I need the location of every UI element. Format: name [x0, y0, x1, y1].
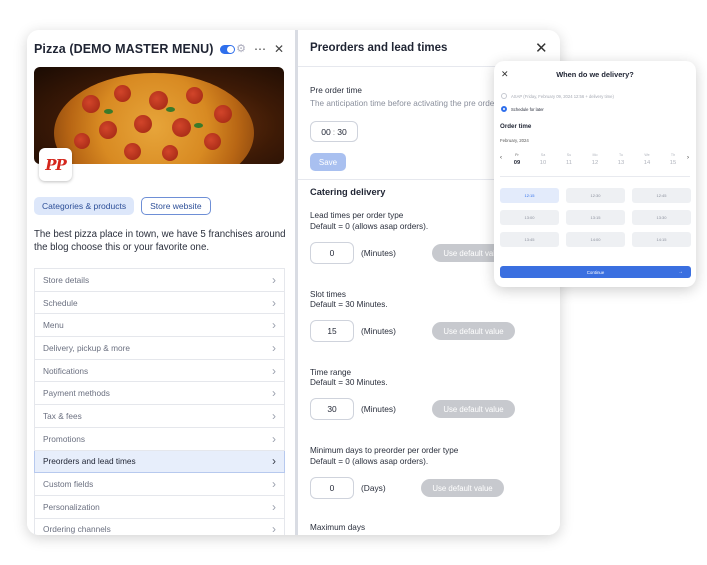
time-slot[interactable]: 14:00 [566, 232, 625, 247]
time-slot[interactable]: 13:30 [632, 210, 691, 225]
slot-times-unit: (Minutes) [361, 326, 396, 336]
menu-item-notifications[interactable]: Notifications › [34, 359, 285, 383]
categories-products-button[interactable]: Categories & products [34, 197, 135, 215]
lead-times-default: Default = 0 (allows asap orders). [310, 222, 429, 231]
time-slot[interactable]: 14:15 [632, 232, 691, 247]
store-settings-window: Pizza (DEMO MASTER MENU) ⚙ ⋯ ✕ PP Catego… [27, 30, 560, 535]
time-range-input[interactable]: 30 [310, 398, 354, 420]
store-title: Pizza (DEMO MASTER MENU) [34, 42, 214, 56]
store-active-toggle[interactable] [219, 44, 235, 54]
store-website-button[interactable]: Store website [141, 197, 211, 215]
menu-item-promotions[interactable]: Promotions › [34, 427, 285, 451]
radio-checked-icon [501, 106, 507, 112]
day-option[interactable]: We 14 [637, 153, 657, 166]
menu-item-menu[interactable]: Menu › [34, 314, 285, 338]
menu-item-preorders-lead-times[interactable]: Preorders and lead times › [34, 450, 285, 474]
chevron-right-icon[interactable]: › [687, 155, 689, 161]
chevron-left-icon[interactable]: ‹ [500, 155, 502, 161]
time-range-unit: (Minutes) [361, 404, 396, 414]
time-slot[interactable]: 13:45 [500, 232, 559, 247]
time-slot[interactable]: 13:15 [566, 210, 625, 225]
radio-unchecked-icon [501, 93, 507, 99]
max-days-label: Maximum days [310, 523, 366, 532]
store-banner-image [34, 67, 284, 164]
menu-item-store-details[interactable]: Store details › [34, 269, 285, 292]
close-icon[interactable]: ✕ [274, 43, 284, 55]
min-days-input[interactable]: 0 [310, 477, 354, 499]
day-option[interactable]: Th 15 [663, 153, 683, 166]
day-option[interactable]: Mo 12 [585, 153, 605, 166]
order-time-label: Order time [500, 123, 532, 130]
min-days-default: Default = 0 (allows asap orders). [310, 457, 429, 466]
pre-order-hint: The anticipation time before activating … [310, 99, 504, 108]
chevron-right-icon: › [272, 408, 276, 423]
close-icon[interactable]: ✕ [535, 39, 548, 57]
time-range-default-button[interactable]: Use default value [432, 400, 515, 418]
lead-times-label: Lead times per order type [310, 211, 404, 220]
chevron-right-icon: › [272, 272, 276, 287]
lead-times-unit: (Minutes) [361, 248, 396, 258]
time-slot-grid: 12:15 12:30 12:45 13:00 13:15 13:30 13:4… [500, 188, 691, 247]
pre-order-time-input[interactable]: 00 : 30 [310, 121, 358, 142]
menu-item-custom-fields[interactable]: Custom fields › [34, 473, 285, 496]
store-panel: Pizza (DEMO MASTER MENU) ⚙ ⋯ ✕ PP Catego… [27, 30, 295, 535]
menu-item-schedule[interactable]: Schedule › [34, 291, 285, 315]
time-slot[interactable]: 12:15 [500, 188, 559, 203]
chevron-right-icon: › [272, 522, 276, 535]
menu-item-tax-fees[interactable]: Tax & fees › [34, 405, 285, 428]
min-days-default-button[interactable]: Use default value [421, 479, 504, 497]
menu-item-payment-methods[interactable]: Payment methods › [34, 382, 285, 406]
slot-times-default-button[interactable]: Use default value [432, 322, 515, 340]
lead-times-input[interactable]: 0 [310, 242, 354, 264]
min-days-label: Minimum days to preorder per order type [310, 446, 459, 455]
more-icon[interactable]: ⋯ [254, 43, 266, 55]
continue-button[interactable]: Continue → [500, 266, 691, 278]
time-slot[interactable]: 12:45 [632, 188, 691, 203]
settings-icon[interactable]: ⚙ [236, 43, 246, 55]
settings-menu: Store details › Schedule › Menu › Delivery,… [34, 268, 285, 535]
popup-divider [500, 176, 690, 177]
menu-item-personalization[interactable]: Personalization › [34, 495, 285, 519]
panel-title: Preorders and lead times [310, 42, 448, 54]
store-logo: PP [39, 148, 72, 181]
day-option[interactable]: Su 11 [559, 153, 579, 166]
asap-option[interactable]: ASAP (Friday, February 09, 2024 12:56 + … [501, 93, 614, 99]
schedule-later-option[interactable]: Schedule for later [501, 106, 544, 112]
slot-times-input[interactable]: 15 [310, 320, 354, 342]
arrow-right-icon: → [678, 269, 683, 275]
day-picker: Fr 09 Sa 10 Su 11 Mo 12 Tu 13 We 14 Th 15 [507, 153, 683, 166]
chevron-right-icon: › [272, 477, 276, 492]
store-header: Pizza (DEMO MASTER MENU) ⚙ ⋯ ✕ [34, 39, 284, 59]
chevron-right-icon: › [272, 386, 276, 401]
pre-order-label: Pre order time [310, 86, 362, 95]
delivery-time-popup: ✕ When do we delivery? ASAP (Friday, Feb… [494, 61, 696, 287]
chevron-right-icon: › [272, 363, 276, 378]
store-description: The best pizza place in town, we have 5 … [34, 229, 286, 253]
min-days-unit: (Days) [361, 483, 386, 493]
chevron-right-icon: › [272, 431, 276, 446]
chevron-right-icon: › [272, 454, 276, 469]
chevron-right-icon: › [272, 295, 276, 310]
hours-value[interactable]: 00 [321, 127, 331, 137]
month-label: February, 2024 [500, 138, 529, 143]
catering-delivery-title: Catering delivery [310, 187, 386, 197]
day-option[interactable]: Tu 13 [611, 153, 631, 166]
chevron-right-icon: › [272, 318, 276, 333]
time-slot[interactable]: 12:30 [566, 188, 625, 203]
chevron-right-icon: › [272, 340, 276, 355]
day-option[interactable]: Fr 09 [507, 153, 527, 166]
save-button[interactable]: Save [310, 153, 346, 171]
time-slot[interactable]: 13:00 [500, 210, 559, 225]
chevron-right-icon: › [272, 499, 276, 514]
pizza-photo [54, 73, 254, 164]
menu-item-ordering-channels[interactable]: Ordering channels › [34, 518, 285, 535]
slot-times-default: Default = 30 Minutes. [310, 300, 388, 309]
minutes-value[interactable]: 30 [337, 127, 347, 137]
day-option[interactable]: Sa 10 [533, 153, 553, 166]
popup-title: When do we delivery? [556, 70, 634, 79]
menu-item-delivery-pickup[interactable]: Delivery, pickup & more › [34, 337, 285, 360]
time-range-default: Default = 30 Minutes. [310, 378, 388, 387]
